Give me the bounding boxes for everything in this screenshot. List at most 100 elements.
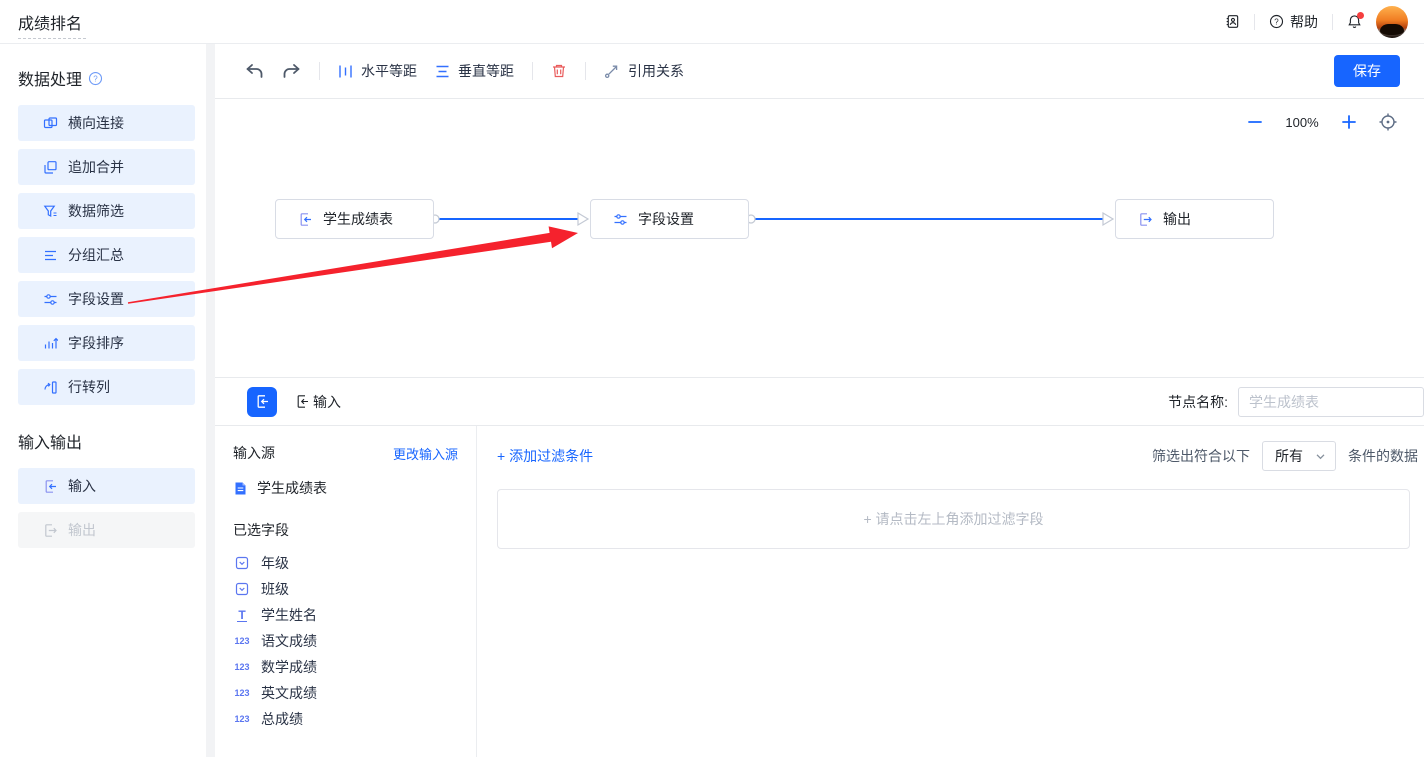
- sidebar-item-append-merge[interactable]: 追加合并: [18, 149, 195, 185]
- redo-button[interactable]: [282, 63, 301, 80]
- sidebar-item-group-summary[interactable]: 分组汇总: [18, 237, 195, 273]
- filter-mode-value: 所有: [1275, 446, 1303, 466]
- tab-input[interactable]: 输入: [295, 392, 341, 412]
- input-tab-button[interactable]: [247, 387, 277, 417]
- zoom-in-button[interactable]: [1340, 113, 1358, 131]
- select-field-icon: [235, 556, 249, 570]
- notification-bell-icon[interactable]: [1347, 14, 1362, 29]
- config-panel-header: 输入 节点名称:: [215, 378, 1424, 426]
- flow-node-input-table[interactable]: 学生成绩表: [275, 199, 434, 239]
- trash-icon: [551, 63, 567, 79]
- row-to-column-icon: [43, 380, 58, 395]
- field-item[interactable]: 班级: [233, 576, 458, 602]
- canvas-toolbar: 水平等距 垂直等距 引用关系 保存: [215, 44, 1424, 99]
- undo-button[interactable]: [245, 63, 264, 80]
- sidebar-item-horizontal-join[interactable]: 横向连接: [18, 105, 195, 141]
- data-processing-section-title: 数据处理: [18, 66, 82, 90]
- delete-button[interactable]: [551, 63, 567, 79]
- form-document-icon: [233, 481, 248, 496]
- svg-text:?: ?: [93, 74, 98, 83]
- save-button[interactable]: 保存: [1334, 55, 1400, 87]
- top-header: 成绩排名 ? 帮助: [0, 0, 1424, 44]
- number-field-icon: 123: [234, 714, 249, 724]
- sidebar-item-label: 横向连接: [68, 113, 124, 133]
- selected-fields-title: 已选字段: [233, 520, 458, 540]
- node-label: 输出: [1163, 209, 1191, 229]
- vertical-spacing-button[interactable]: 垂直等距: [435, 61, 514, 81]
- node-name-input[interactable]: [1238, 387, 1424, 417]
- number-field-icon: 123: [234, 688, 249, 698]
- field-item[interactable]: 年级: [233, 550, 458, 576]
- zoom-out-button[interactable]: [1246, 113, 1264, 131]
- notification-dot: [1357, 12, 1364, 19]
- sidebar-item-label: 输入: [68, 476, 96, 496]
- left-sidebar: 数据处理 ? 横向连接 追加合并 数据筛选: [0, 44, 206, 757]
- field-item[interactable]: 123 语文成绩: [233, 628, 458, 654]
- input-icon: [298, 212, 313, 227]
- output-icon: [43, 523, 58, 538]
- sidebar-item-field-sort[interactable]: 字段排序: [18, 325, 195, 361]
- toolbar-divider: [319, 62, 320, 80]
- filter-mode-select[interactable]: 所有: [1262, 441, 1336, 471]
- sidebar-item-data-filter[interactable]: 数据筛选: [18, 193, 195, 229]
- source-title: 输入源: [233, 443, 275, 463]
- filter-empty-placeholder[interactable]: + 请点击左上角添加过滤字段: [497, 489, 1410, 549]
- sidebar-item-label: 数据筛选: [68, 201, 124, 221]
- sidebar-item-input[interactable]: 输入: [18, 468, 195, 504]
- field-settings-icon: [43, 292, 58, 307]
- output-icon: [1138, 212, 1153, 227]
- filter-suffix-text: 条件的数据: [1348, 446, 1418, 466]
- chevron-down-icon: [1315, 451, 1326, 462]
- flow-canvas[interactable]: 学生成绩表 字段设置 输出 100%: [215, 99, 1424, 377]
- group-summary-icon: [43, 248, 58, 263]
- source-item[interactable]: 学生成绩表: [233, 478, 458, 498]
- plus-icon: [1340, 113, 1358, 131]
- field-name: 语文成绩: [261, 631, 317, 651]
- reference-relation-button[interactable]: 引用关系: [604, 61, 684, 81]
- sidebar-item-row-to-column[interactable]: 行转列: [18, 369, 195, 405]
- help-button[interactable]: ? 帮助: [1269, 12, 1318, 32]
- filter-prefix-text: 筛选出符合以下: [1152, 446, 1250, 466]
- text-field-icon: T: [237, 609, 246, 622]
- field-name: 数学成绩: [261, 657, 317, 677]
- flow-node-output[interactable]: 输出: [1115, 199, 1274, 239]
- select-field-icon: [235, 582, 249, 596]
- field-item[interactable]: 123 英文成绩: [233, 680, 458, 706]
- sidebar-item-label: 行转列: [68, 377, 110, 397]
- sidebar-item-field-settings[interactable]: 字段设置: [18, 281, 195, 317]
- vertical-spacing-icon: [435, 64, 450, 79]
- reference-relation-label: 引用关系: [628, 61, 684, 81]
- page-title[interactable]: 成绩排名: [18, 14, 86, 39]
- field-item[interactable]: T 学生姓名: [233, 602, 458, 628]
- toolbar-divider: [532, 62, 533, 80]
- section-help-icon[interactable]: ?: [88, 71, 103, 86]
- svg-text:?: ?: [1274, 17, 1279, 26]
- node-label: 字段设置: [638, 209, 694, 229]
- field-name: 班级: [261, 579, 289, 599]
- horizontal-spacing-button[interactable]: 水平等距: [338, 61, 417, 81]
- reference-relation-icon: [604, 63, 620, 79]
- horizontal-join-icon: [43, 116, 58, 131]
- horizontal-spacing-label: 水平等距: [361, 61, 417, 81]
- field-name: 年级: [261, 553, 289, 573]
- change-source-link[interactable]: 更改输入源: [393, 444, 458, 463]
- field-item[interactable]: 123 总成绩: [233, 706, 458, 732]
- add-filter-condition-link[interactable]: + 添加过滤条件: [497, 446, 593, 466]
- minus-icon: [1246, 113, 1264, 131]
- field-name: 英文成绩: [261, 683, 317, 703]
- field-sort-icon: [43, 336, 58, 351]
- append-merge-icon: [43, 160, 58, 175]
- field-name: 总成绩: [261, 709, 303, 729]
- user-avatar[interactable]: [1376, 6, 1408, 38]
- data-filter-icon: [43, 204, 58, 219]
- sidebar-divider: [206, 44, 215, 757]
- sidebar-item-label: 分组汇总: [68, 245, 124, 265]
- field-item[interactable]: 123 数学成绩: [233, 654, 458, 680]
- field-name: 学生姓名: [261, 605, 317, 625]
- tab-input-label: 输入: [313, 392, 341, 412]
- sidebar-item-label: 输出: [68, 520, 96, 540]
- field-settings-icon: [613, 212, 628, 227]
- contacts-icon[interactable]: [1225, 14, 1240, 29]
- flow-node-field-settings[interactable]: 字段设置: [590, 199, 749, 239]
- fit-view-button[interactable]: [1378, 112, 1398, 132]
